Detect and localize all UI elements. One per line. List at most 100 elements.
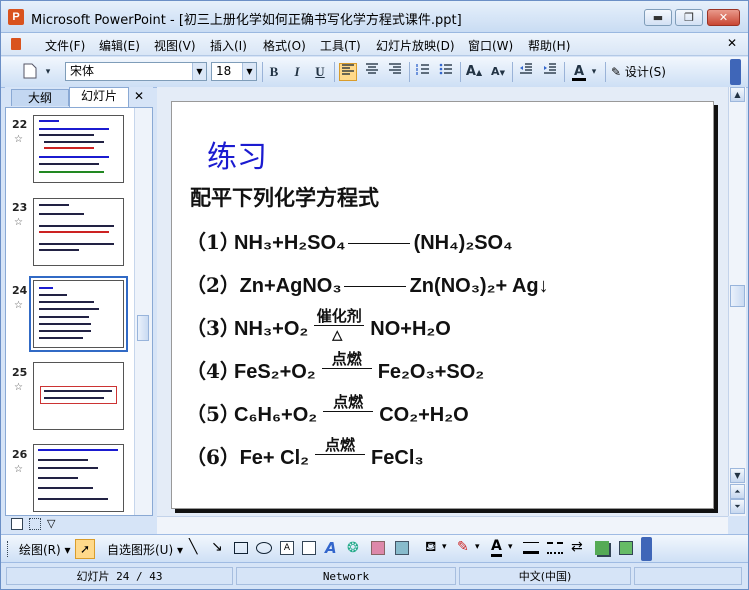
numbering-icon[interactable] bbox=[414, 63, 432, 81]
menu-slideshow[interactable]: 幻灯片放映(D) bbox=[376, 37, 455, 54]
equation-number: （2） bbox=[186, 273, 240, 297]
equation-4[interactable]: （4）FeS₂+O₂ 点燃 Fe₂O₃+SO₂ bbox=[186, 350, 484, 388]
draw-menu-button[interactable]: 绘图(R) ▾ bbox=[19, 541, 71, 558]
shadow-style-icon[interactable] bbox=[595, 541, 609, 555]
vertical-textbox-icon[interactable] bbox=[302, 541, 316, 555]
toolbar-overflow-icon[interactable] bbox=[641, 537, 652, 561]
line-color-icon[interactable]: ✎ bbox=[457, 539, 469, 555]
clipart-icon[interactable] bbox=[371, 541, 385, 555]
scroll-thumb[interactable] bbox=[730, 285, 745, 307]
equation-3[interactable]: （3）NH₃+O₂ 催化剂 △ NO+H₂O bbox=[186, 307, 451, 345]
slide-subtitle[interactable]: 配平下列化学方程式 bbox=[190, 182, 379, 212]
close-button[interactable]: ✕ bbox=[707, 9, 740, 26]
rectangle-tool-icon[interactable] bbox=[234, 542, 248, 554]
equation-6[interactable]: （6） Fe+ Cl₂ 点燃 FeCl₃ bbox=[186, 436, 424, 474]
arrow-tool-icon[interactable]: ↘ bbox=[211, 539, 223, 555]
equation-left: Zn+AgNO₃ bbox=[239, 275, 342, 297]
slide-horizontal-scrollbar[interactable] bbox=[157, 516, 728, 534]
menu-edit[interactable]: 编辑(E) bbox=[99, 37, 140, 54]
bullets-icon[interactable] bbox=[437, 63, 455, 81]
slide-thumbnail-26[interactable] bbox=[33, 444, 124, 512]
next-slide-icon[interactable]: ⏷ bbox=[730, 499, 745, 514]
title-bar: P Microsoft PowerPoint - [初三上册化学如何正确书写化学… bbox=[1, 1, 748, 33]
slide-thumbnail-23[interactable] bbox=[33, 198, 124, 266]
autoshapes-button[interactable]: 自选图形(U) ▾ bbox=[107, 541, 183, 558]
slideshow-icon[interactable]: ▽ bbox=[47, 517, 55, 530]
align-left-icon[interactable] bbox=[339, 63, 357, 81]
restore-button[interactable]: ❐ bbox=[675, 9, 703, 26]
chevron-down-icon[interactable]: ▾ bbox=[508, 542, 513, 552]
slide-thumbnail-24[interactable] bbox=[29, 276, 128, 352]
powerpoint-app-icon[interactable]: P bbox=[8, 9, 24, 25]
arrow-style-icon[interactable]: ⇄ bbox=[571, 539, 583, 555]
align-center-icon[interactable] bbox=[363, 63, 381, 81]
dash-style-icon[interactable] bbox=[547, 542, 563, 554]
chevron-down-icon[interactable]: ▼ bbox=[192, 63, 206, 80]
slide-sorter-icon[interactable] bbox=[29, 518, 41, 530]
diagram-icon[interactable]: ❂ bbox=[347, 540, 359, 556]
line-tool-icon[interactable]: ╲ bbox=[189, 539, 197, 555]
minimize-button[interactable]: ▬ bbox=[644, 9, 672, 26]
toolbar-overflow-icon[interactable] bbox=[730, 59, 741, 85]
menu-help[interactable]: 帮助(H) bbox=[528, 37, 570, 54]
panel-close-icon[interactable]: ✕ bbox=[134, 89, 144, 103]
font-color-draw-icon[interactable]: A bbox=[491, 539, 502, 557]
normal-view-icon[interactable] bbox=[11, 518, 23, 530]
chevron-down-icon[interactable]: ▾ bbox=[475, 542, 480, 552]
menu-close-icon[interactable]: ✕ bbox=[727, 36, 737, 50]
design-button[interactable]: ✎ 设计(S) bbox=[611, 63, 666, 80]
slide-thumbnail-25[interactable] bbox=[33, 362, 124, 430]
new-document-icon[interactable] bbox=[21, 63, 39, 81]
decrease-indent-icon[interactable] bbox=[517, 63, 535, 81]
fill-color-icon[interactable]: ⛾ bbox=[425, 539, 436, 557]
menu-file[interactable]: 文件(F) bbox=[45, 37, 85, 54]
chevron-down-icon[interactable]: ▾ bbox=[442, 542, 447, 552]
doc-icon[interactable] bbox=[11, 38, 21, 50]
decrease-font-icon[interactable]: A▼ bbox=[489, 63, 507, 81]
tab-outline[interactable]: 大纲 bbox=[11, 89, 69, 106]
menu-bar: 文件(F) 编辑(E) 视图(V) 插入(I) 格式(O) 工具(T) 幻灯片放… bbox=[1, 33, 748, 56]
equation-2[interactable]: （2） Zn+AgNO₃ Zn(NO₃)₂+ Ag↓ bbox=[186, 269, 549, 298]
slide-canvas[interactable]: 练习 配平下列化学方程式 （1）NH₃+H₂SO₄ (NH₄)₂SO₄ （2） Z… bbox=[171, 101, 714, 509]
menu-insert[interactable]: 插入(I) bbox=[210, 37, 247, 54]
slide-vertical-scrollbar[interactable]: ▲ ▼ ⏶ ⏷ bbox=[728, 87, 746, 516]
line-style-icon[interactable] bbox=[523, 542, 539, 554]
separator bbox=[409, 62, 410, 82]
chevron-down-icon[interactable]: ▾ bbox=[589, 63, 599, 81]
slide-title[interactable]: 练习 bbox=[207, 132, 267, 176]
equation-number: （6） bbox=[186, 445, 240, 469]
separator bbox=[605, 62, 606, 82]
menu-tools[interactable]: 工具(T) bbox=[320, 37, 361, 54]
italic-button[interactable]: I bbox=[288, 63, 306, 81]
wordart-icon[interactable]: A bbox=[325, 539, 337, 557]
toolbar-options-icon[interactable]: ▾ bbox=[39, 63, 57, 81]
underline-button[interactable]: U bbox=[311, 63, 329, 81]
picture-icon[interactable] bbox=[395, 541, 409, 555]
select-pointer-icon[interactable]: ➚ bbox=[75, 539, 95, 559]
equation-5[interactable]: （5）C₆H₆+O₂ 点燃 CO₂+H₂O bbox=[186, 393, 469, 431]
previous-slide-icon[interactable]: ⏶ bbox=[730, 484, 745, 499]
menu-view[interactable]: 视图(V) bbox=[154, 37, 196, 54]
scroll-down-icon[interactable]: ▼ bbox=[730, 468, 745, 483]
scroll-thumb[interactable] bbox=[137, 315, 149, 341]
tab-slides[interactable]: 幻灯片 bbox=[69, 87, 129, 107]
textbox-tool-icon[interactable]: A bbox=[280, 541, 294, 555]
font-name-combo[interactable]: 宋体 ▼ bbox=[65, 62, 207, 81]
increase-font-icon[interactable]: A▲ bbox=[465, 63, 483, 81]
font-size-combo[interactable]: 18 ▼ bbox=[211, 62, 257, 81]
chevron-down-icon[interactable]: ▼ bbox=[242, 63, 256, 80]
scroll-up-icon[interactable]: ▲ bbox=[730, 87, 745, 102]
thumbnails-scrollbar[interactable] bbox=[134, 108, 152, 515]
menu-format[interactable]: 格式(O) bbox=[263, 37, 306, 54]
3d-style-icon[interactable] bbox=[619, 541, 633, 555]
equation-1[interactable]: （1）NH₃+H₂SO₄ (NH₄)₂SO₄ bbox=[186, 226, 513, 255]
oval-tool-icon[interactable] bbox=[256, 542, 272, 554]
menu-window[interactable]: 窗口(W) bbox=[468, 37, 513, 54]
bold-button[interactable]: B bbox=[265, 63, 283, 81]
slide-edit-area: 练习 配平下列化学方程式 （1）NH₃+H₂SO₄ (NH₄)₂SO₄ （2） Z… bbox=[157, 87, 728, 516]
increase-indent-icon[interactable] bbox=[541, 63, 559, 81]
align-right-icon[interactable] bbox=[386, 63, 404, 81]
slide-thumbnail-22[interactable] bbox=[33, 115, 124, 183]
star-icon: ☆ bbox=[14, 464, 23, 475]
font-color-icon[interactable]: A bbox=[570, 63, 588, 81]
